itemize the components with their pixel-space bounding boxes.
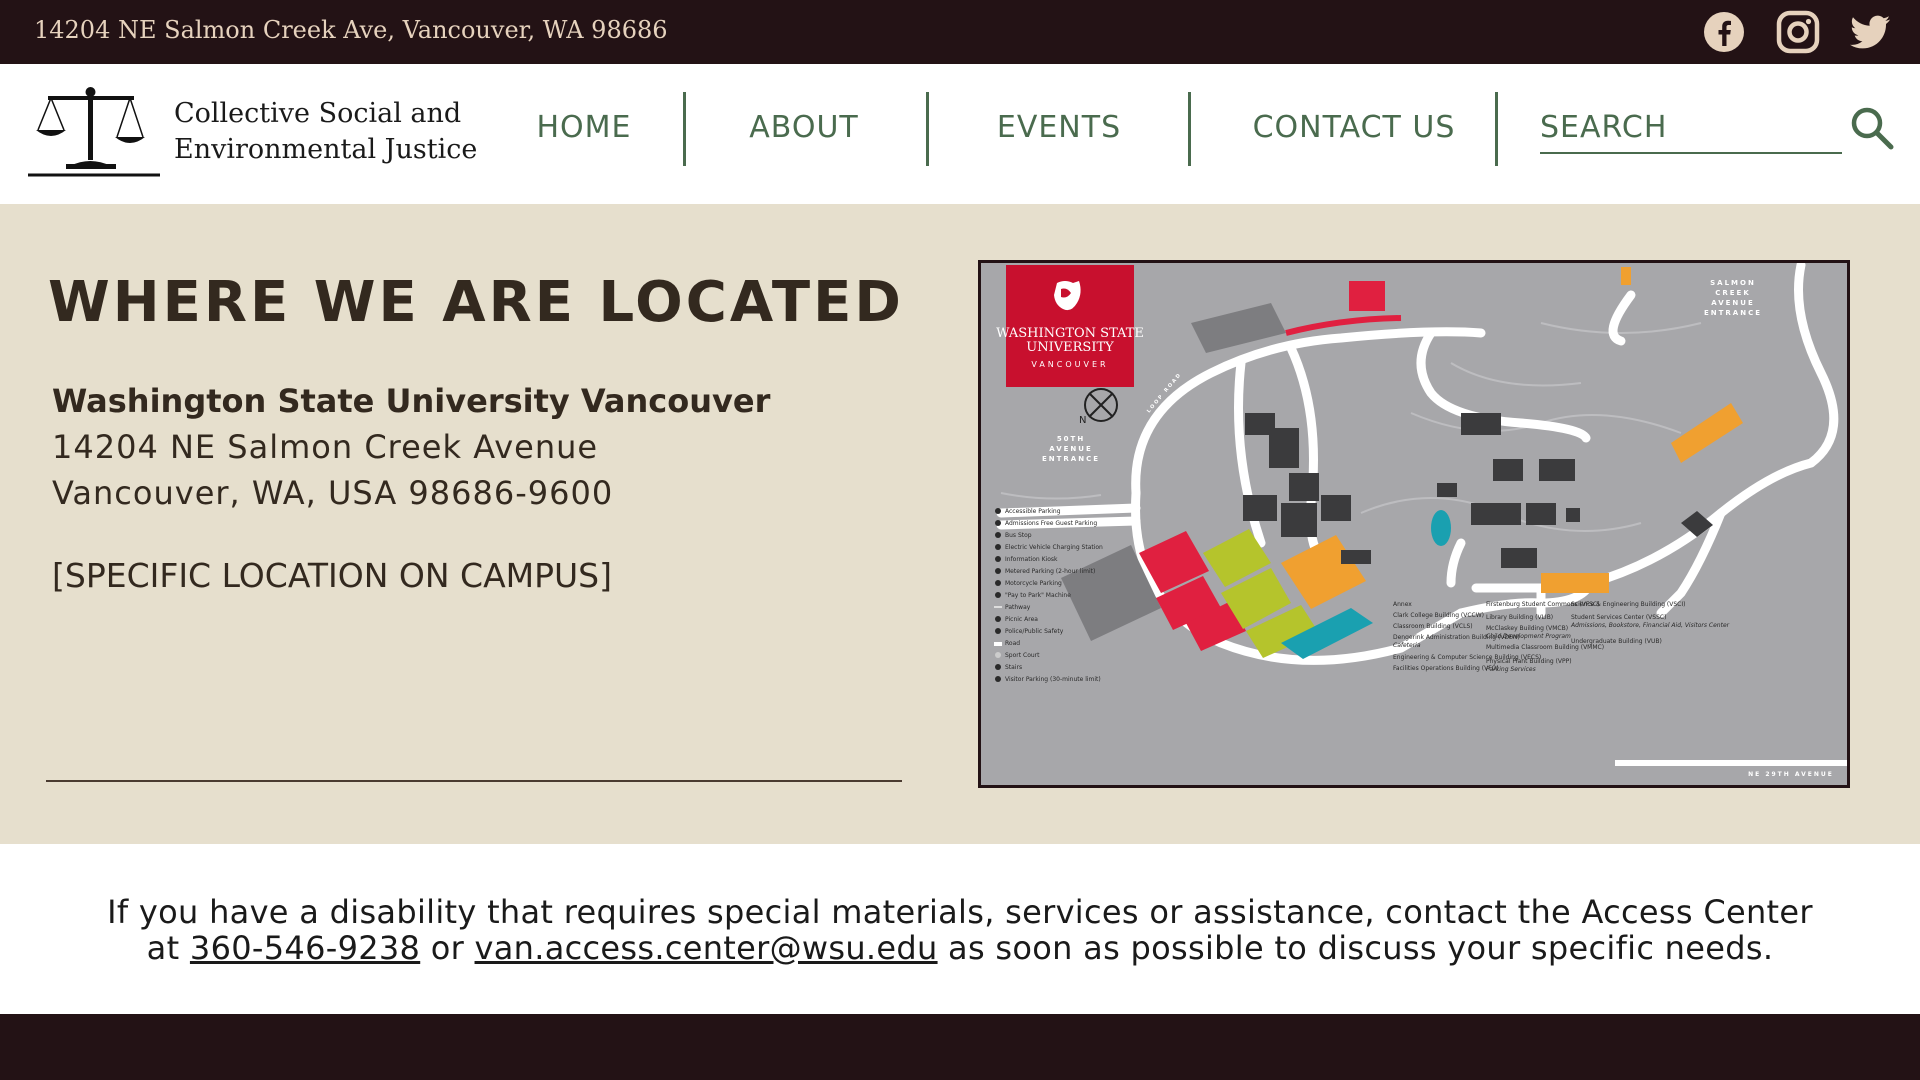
legend-item: Road — [1005, 640, 1020, 647]
legend-item: Pathway — [1005, 604, 1031, 611]
building-index-item: Library Building (VLIB) — [1486, 614, 1553, 621]
map-label-salmon-4: ENTRANCE — [1704, 309, 1762, 317]
search-placeholder: SEARCH — [1540, 110, 1668, 145]
legend-item: Stairs — [1005, 664, 1022, 671]
topbar-address: 14204 NE Salmon Creek Ave, Vancouver, WA… — [34, 16, 668, 44]
building-index-item: Cafeteria — [1393, 642, 1421, 649]
map-brand-line2: UNIVERSITY — [1026, 340, 1114, 355]
legend-item: Visitor Parking (30-minute limit) — [1005, 676, 1101, 683]
legend-item: Accessible Parking — [1005, 508, 1061, 515]
building-index-item: Science & Engineering Building (VSCI) — [1571, 601, 1685, 608]
nav-home[interactable]: HOME — [534, 110, 634, 145]
building-index-item: Physical Plant Building (VPP) — [1486, 658, 1572, 665]
twitter-icon[interactable] — [1848, 10, 1892, 54]
accessibility-text: If you have a disability that requires s… — [0, 894, 1920, 966]
building-index-item: Multimedia Classroom Building (VMMC) — [1486, 644, 1604, 651]
top-bar: 14204 NE Salmon Creek Ave, Vancouver, WA… — [0, 0, 1920, 64]
legend-item: Information Kiosk — [1005, 556, 1058, 563]
legend-item: Bus Stop — [1005, 532, 1032, 539]
search-input[interactable]: SEARCH — [1540, 94, 1842, 154]
location-section: WHERE WE ARE LOCATED Washington State Un… — [0, 204, 1920, 844]
access-center-phone-link[interactable]: 360-546-9238 — [190, 929, 420, 967]
notice-or: or — [430, 929, 465, 967]
map-pond — [1431, 510, 1451, 546]
accessibility-notice: If you have a disability that requires s… — [0, 844, 1920, 1014]
notice-at: at — [146, 929, 180, 967]
building-index-item: Classroom Building (VCLS) — [1393, 623, 1473, 630]
notice-line2: at 360-546-9238 or van.access.center@wsu… — [0, 930, 1920, 966]
facebook-icon[interactable] — [1702, 10, 1746, 54]
map-label-salmon-1: SALMON — [1710, 279, 1756, 287]
legend-item: Admissions Free Guest Parking — [1005, 520, 1097, 527]
campus-city: Vancouver, WA, USA 98686-9600 — [52, 474, 614, 512]
building-index-item: Undergraduate Building (VUB) — [1571, 638, 1662, 645]
legend-item: Metered Parking (2-hour limit) — [1005, 568, 1095, 575]
organization-name-line2: Environmental Justice — [174, 134, 478, 165]
legend-item: "Pay to Park" Machine — [1005, 592, 1071, 599]
notice-after: as soon as possible to discuss your spec… — [948, 929, 1774, 967]
campus-street: 14204 NE Salmon Creek Avenue — [52, 428, 599, 466]
building-index-item: Admissions, Bookstore, Financial Aid, Vi… — [1570, 622, 1730, 629]
map-label-salmon-2: CREEK — [1715, 289, 1751, 297]
legend-item: Police/Public Safety — [1005, 628, 1064, 635]
building-index-item: Annex — [1393, 601, 1412, 608]
map-brand-line1: WASHINGTON STATE — [996, 326, 1144, 341]
legend-item: Motorcycle Parking — [1005, 580, 1062, 587]
nav-separator — [926, 92, 929, 166]
building-index-item: Facilities Operations Building (VFO) — [1393, 665, 1499, 672]
legend-item: Electric Vehicle Charging Station — [1005, 544, 1103, 551]
nav-separator — [1495, 92, 1498, 166]
map-brand-line3: VANCOUVER — [1031, 360, 1108, 369]
map-label-50th-3: ENTRANCE — [1042, 455, 1100, 463]
legend-item: Picnic Area — [1005, 616, 1038, 623]
building-index-item: Parking Services — [1486, 666, 1536, 673]
section-title: WHERE WE ARE LOCATED — [48, 270, 904, 335]
site-footer — [0, 1014, 1920, 1080]
section-divider — [46, 780, 902, 782]
access-center-email-link[interactable]: van.access.center@wsu.edu — [475, 929, 938, 967]
campus-map[interactable]: WASHINGTON STATE UNIVERSITY VANCOUVER N … — [978, 260, 1850, 788]
specific-location: [SPECIFIC LOCATION ON CAMPUS] — [52, 556, 612, 595]
map-label-salmon-3: AVENUE — [1711, 299, 1754, 307]
scales-of-justice-logo[interactable] — [26, 82, 162, 178]
site-header: Collective Social and Environmental Just… — [0, 64, 1920, 204]
building-index-item: Child Development Program — [1486, 633, 1571, 640]
building-index-item: Clark College Building (VCCW) — [1393, 612, 1484, 619]
building-index-item: Student Services Center (VSSC) — [1571, 614, 1666, 621]
building-index-item: McClaskey Building (VMCB) — [1486, 625, 1568, 632]
instagram-icon[interactable] — [1776, 10, 1820, 54]
nav-events[interactable]: EVENTS — [994, 110, 1124, 145]
notice-line1: If you have a disability that requires s… — [107, 893, 1813, 931]
organization-name-line1: Collective Social and — [174, 98, 462, 129]
search-icon[interactable] — [1848, 104, 1896, 152]
nav-separator — [1188, 92, 1191, 166]
map-label-50th-2: AVENUE — [1049, 445, 1092, 453]
nav-about[interactable]: ABOUT — [748, 110, 860, 145]
campus-name: Washington State University Vancouver — [52, 382, 771, 420]
nav-separator — [683, 92, 686, 166]
organization-name[interactable]: Collective Social and Environmental Just… — [174, 96, 477, 168]
compass-n: N — [1079, 415, 1086, 426]
legend-item: Sport Court — [1005, 652, 1040, 659]
map-building-red — [1349, 281, 1385, 311]
nav-contact-us[interactable]: CONTACT US — [1244, 110, 1464, 145]
map-label-50th-1: 50TH — [1057, 435, 1085, 443]
map-label-29th: NE 29TH AVENUE — [1748, 771, 1834, 778]
